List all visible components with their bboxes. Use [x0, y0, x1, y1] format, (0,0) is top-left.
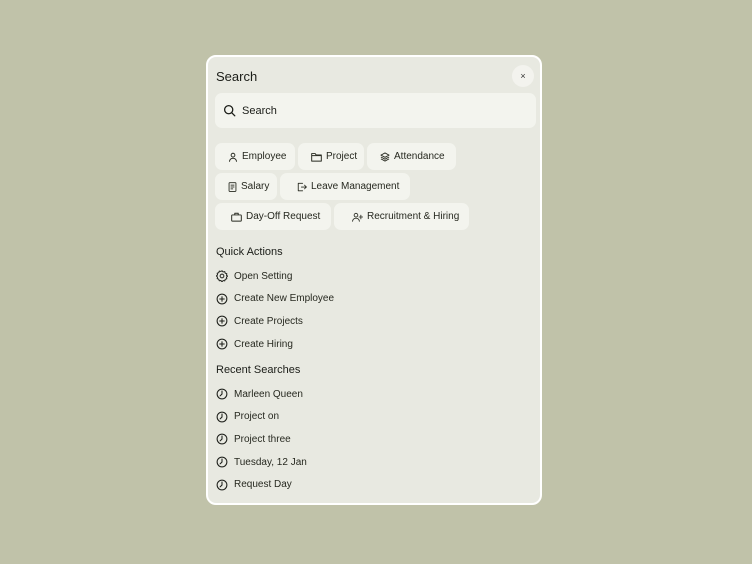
- close-icon: ×: [520, 71, 526, 81]
- recent-search-item[interactable]: Project on: [216, 406, 307, 429]
- user-plus-icon: [352, 212, 363, 222]
- recent-search-item[interactable]: Request Day: [216, 473, 307, 496]
- folder-icon: [311, 152, 322, 162]
- chip-label: Day-Off Request: [246, 211, 321, 222]
- recent-searches-list: Marleen Queen Project on Project three T…: [216, 383, 307, 496]
- chip-row: Salary Leave Management: [215, 173, 537, 200]
- chip-recruitment-hiring[interactable]: Recruitment & Hiring: [334, 203, 469, 230]
- search-icon: [223, 104, 236, 117]
- chip-label: Project: [326, 151, 358, 162]
- logout-icon: [297, 182, 307, 192]
- chip-label: Recruitment & Hiring: [367, 211, 460, 222]
- chip-row: Day-Off Request Recruitment & Hiring: [215, 203, 537, 230]
- chip-attendance[interactable]: Attendance: [367, 143, 456, 170]
- recent-search-item[interactable]: Tuesday, 12 Jan: [216, 451, 307, 474]
- list-item-label: Request Day: [234, 479, 292, 491]
- chip-label: Attendance: [394, 151, 445, 162]
- clock-icon: [216, 456, 228, 468]
- plus-circle-icon: [216, 293, 228, 305]
- list-item-label: Project on: [234, 411, 280, 423]
- list-item-label: Marleen Queen: [234, 388, 303, 400]
- plus-circle-icon: [216, 338, 228, 350]
- clock-icon: [216, 433, 228, 445]
- user-icon: [228, 152, 238, 162]
- list-item-label: Tuesday, 12 Jan: [234, 456, 307, 468]
- chip-project[interactable]: Project: [298, 143, 364, 170]
- chip-day-off-request[interactable]: Day-Off Request: [215, 203, 331, 230]
- quick-action-open-setting[interactable]: Open Setting: [216, 265, 334, 288]
- close-button[interactable]: ×: [512, 65, 534, 87]
- search-box[interactable]: [215, 93, 536, 128]
- search-dialog: Search × Employee Project Attendance: [206, 55, 542, 505]
- chip-label: Salary: [241, 181, 270, 192]
- plus-circle-icon: [216, 315, 228, 327]
- receipt-icon: [228, 181, 237, 192]
- quick-action-create-new-employee[interactable]: Create New Employee: [216, 288, 334, 311]
- briefcase-icon: [231, 212, 242, 222]
- list-item-label: Create Hiring: [234, 338, 293, 350]
- layers-icon: [380, 152, 390, 162]
- quick-actions-heading: Quick Actions: [216, 246, 283, 258]
- filter-chips: Employee Project Attendance Salary Leave…: [215, 143, 537, 233]
- clock-icon: [216, 479, 228, 491]
- chip-label: Leave Management: [311, 181, 400, 192]
- recent-searches-heading: Recent Searches: [216, 364, 301, 376]
- gear-icon: [216, 270, 228, 283]
- clock-icon: [216, 411, 228, 423]
- clock-icon: [216, 388, 228, 400]
- chip-leave-management[interactable]: Leave Management: [280, 173, 410, 200]
- list-item-label: Create New Employee: [234, 293, 335, 305]
- search-input[interactable]: [242, 104, 512, 117]
- chip-label: Employee: [242, 151, 287, 162]
- list-item-label: Create Projects: [234, 315, 303, 327]
- list-item-label: Open Setting: [234, 270, 293, 282]
- quick-action-create-hiring[interactable]: Create Hiring: [216, 333, 334, 356]
- quick-actions-list: Open Setting Create New Employee Create …: [216, 265, 334, 355]
- chip-employee[interactable]: Employee: [215, 143, 295, 170]
- chip-row: Employee Project Attendance: [215, 143, 537, 170]
- recent-search-item[interactable]: Marleen Queen: [216, 383, 307, 406]
- list-item-label: Project three: [234, 433, 291, 445]
- dialog-title: Search: [216, 69, 258, 84]
- recent-search-item[interactable]: Project three: [216, 428, 307, 451]
- quick-action-create-projects[interactable]: Create Projects: [216, 310, 334, 333]
- chip-salary[interactable]: Salary: [215, 173, 277, 200]
